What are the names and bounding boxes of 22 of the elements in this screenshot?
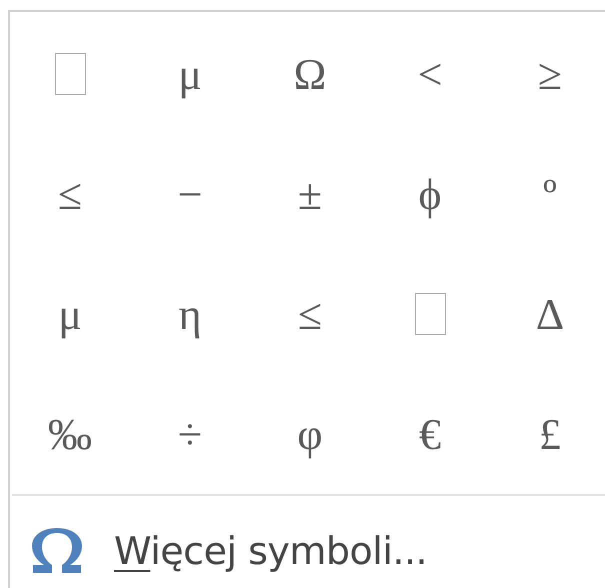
- missing-glyph-icon: [414, 293, 446, 335]
- symbol-button[interactable]: ϕ: [370, 134, 490, 254]
- missing-glyph-icon: [54, 53, 86, 95]
- more-symbols-item[interactable]: Więcej symboli...: [10, 496, 605, 588]
- symbol-button[interactable]: μ: [10, 254, 130, 374]
- symbol-button[interactable]: ≤: [10, 134, 130, 254]
- symbol-button[interactable]: φ: [250, 374, 370, 494]
- symbol-button[interactable]: ±: [250, 134, 370, 254]
- symbol-button[interactable]: Δ: [490, 254, 605, 374]
- symbol-button[interactable]: ‰: [10, 374, 130, 494]
- symbol-button[interactable]: €: [370, 374, 490, 494]
- symbol-button[interactable]: −: [130, 134, 250, 254]
- symbol-button[interactable]: ÷: [130, 374, 250, 494]
- symbol-button[interactable]: º: [490, 134, 605, 254]
- symbol-button[interactable]: £: [490, 374, 605, 494]
- symbol-button[interactable]: <: [370, 14, 490, 134]
- symbol-button[interactable]: ≥: [490, 14, 605, 134]
- symbol-button[interactable]: ≤: [250, 254, 370, 374]
- symbol-button[interactable]: η: [130, 254, 250, 374]
- omega-icon: [30, 527, 84, 575]
- symbol-button[interactable]: Ω: [250, 14, 370, 134]
- symbol-button[interactable]: μ: [130, 14, 250, 134]
